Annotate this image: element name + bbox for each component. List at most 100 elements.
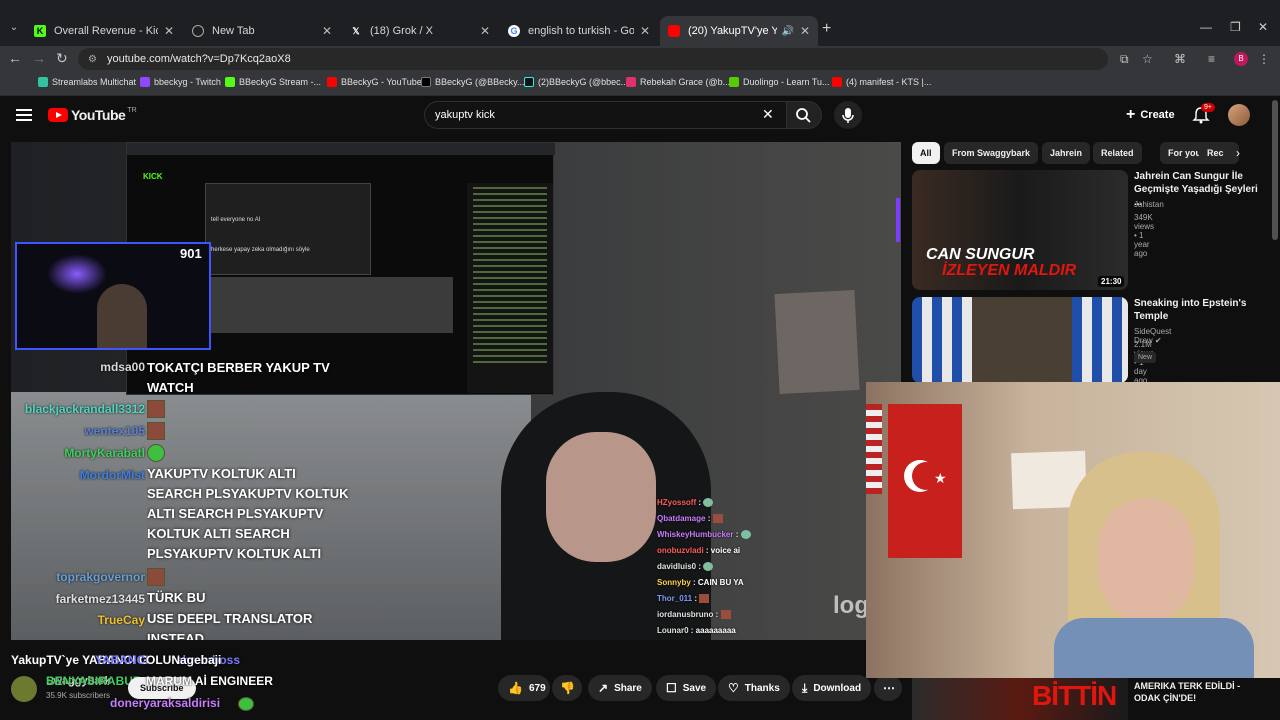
browser-menu-icon[interactable]: ⋮ bbox=[1258, 52, 1270, 66]
tab-search-chevron-icon[interactable]: ⌄ bbox=[6, 20, 22, 36]
extensions-puzzle-icon[interactable]: ⌘ bbox=[1174, 52, 1186, 66]
logo-text: YouTube bbox=[71, 107, 126, 123]
video-thumbnail[interactable] bbox=[912, 297, 1128, 383]
kick-icon bbox=[225, 77, 235, 87]
bookmark-label: (4) manifest - KTS |... bbox=[846, 77, 932, 87]
x-icon: 𝕏 bbox=[352, 26, 360, 36]
video-duration: 21:30 bbox=[1098, 276, 1125, 287]
video-player[interactable]: log KICK tell everyone no AI herkese yap… bbox=[11, 142, 901, 640]
bookmark-manifest[interactable]: (4) manifest - KTS |... bbox=[832, 77, 931, 87]
bookmark-duolingo[interactable]: Duolingo - Learn Tu... bbox=[729, 77, 830, 87]
media-controls-icon[interactable]: ≡ bbox=[1208, 52, 1215, 66]
bookmark-twitch[interactable]: bbeckyg - Twitch bbox=[140, 77, 221, 87]
video-title[interactable]: Sneaking into Epstein's Temple bbox=[1134, 297, 1258, 323]
chat-username: TrueCay bbox=[97, 613, 145, 627]
chat-row: onobuzvladi : voice ai bbox=[657, 546, 741, 555]
thanks-label: Thanks bbox=[744, 682, 780, 694]
voice-search-button[interactable] bbox=[834, 101, 862, 129]
share-arrow-icon: ↗ bbox=[598, 681, 609, 695]
video-title-overlay: YABANCI bbox=[95, 653, 149, 667]
recommended-video[interactable]: BİTTİN AMERIKA TERK EDİLDİ - ODAK ÇİN'DE… bbox=[912, 678, 1280, 720]
bookmark-instagram[interactable]: Rebekah Grace (@b... bbox=[626, 77, 730, 87]
search-button[interactable] bbox=[786, 101, 822, 129]
video-thumbnail[interactable]: BİTTİN bbox=[912, 678, 1128, 720]
bookmark-label: Duolingo - Learn Tu... bbox=[743, 77, 830, 87]
channel-name[interactable]: Jahistan bbox=[1134, 200, 1164, 209]
chat-username: davidluis0 bbox=[657, 562, 697, 571]
browser-tab-new[interactable]: New Tab ✕ bbox=[184, 16, 340, 46]
notification-count-badge: 9+ bbox=[1201, 103, 1215, 112]
webcam-person-top bbox=[1054, 618, 1254, 678]
chip-recent[interactable]: Rec bbox=[1199, 142, 1239, 164]
new-badge: New bbox=[1134, 352, 1157, 363]
globe-icon bbox=[192, 25, 204, 37]
hamburger-menu-icon[interactable] bbox=[16, 109, 32, 121]
close-window-icon[interactable]: ✕ bbox=[1258, 20, 1268, 34]
chevron-right-icon[interactable]: › bbox=[1236, 146, 1240, 160]
youtube-logo[interactable]: YouTube TR bbox=[48, 107, 137, 123]
forward-arrow-icon[interactable]: → bbox=[32, 50, 46, 66]
create-button[interactable]: + Create bbox=[1118, 103, 1183, 127]
video-thumbnail[interactable]: CAN SUNGUR İZLEYEN MALDIR 21:30 bbox=[912, 170, 1128, 290]
address-bar[interactable]: ⚙ youtube.com/watch?v=Dp7Kcq2aoX8 bbox=[78, 48, 1108, 70]
new-tab-plus-icon[interactable]: + bbox=[822, 20, 831, 38]
chip-all[interactable]: All bbox=[912, 142, 940, 164]
bookmark-tiktok[interactable]: (2)BBeckyG (@bbec... bbox=[524, 77, 628, 87]
youtube-icon bbox=[327, 77, 337, 87]
tab-close-icon[interactable]: ✕ bbox=[640, 24, 650, 38]
verified-check-icon: ✔ bbox=[1154, 336, 1162, 345]
bookmark-x[interactable]: BBeckyG (@BBecky... bbox=[421, 77, 525, 87]
dislike-button[interactable]: 👎 bbox=[552, 675, 582, 701]
channel-avatar[interactable] bbox=[11, 676, 37, 702]
install-app-icon[interactable]: ⧉ bbox=[1120, 52, 1129, 67]
browser-tab-youtube[interactable]: (20) YakupTV'ye YABANCI G... 🔊 ✕ bbox=[660, 16, 818, 46]
kick-logo: KICK bbox=[143, 172, 163, 181]
browser-tab-grok[interactable]: 𝕏 (18) Grok / X ✕ bbox=[342, 16, 498, 46]
save-button[interactable]: ☐ Save bbox=[656, 675, 717, 701]
thanks-button[interactable]: ♡ Thanks bbox=[718, 675, 790, 701]
tab-close-icon[interactable]: ✕ bbox=[800, 24, 810, 38]
back-arrow-icon[interactable]: ← bbox=[8, 50, 22, 66]
chip-related[interactable]: Related bbox=[1093, 142, 1142, 164]
video-title[interactable]: AMERIKA TERK EDİLDİ - ODAK ÇİN'DE! bbox=[1134, 680, 1264, 704]
like-button[interactable]: 👍 679 bbox=[498, 675, 550, 701]
user-avatar[interactable] bbox=[1228, 104, 1250, 126]
browser-profile-avatar[interactable]: B bbox=[1234, 52, 1248, 66]
video-frame-streamer-face bbox=[546, 432, 656, 562]
page-scrollbar[interactable] bbox=[1272, 100, 1278, 240]
clear-search-icon[interactable]: ✕ bbox=[762, 106, 774, 123]
tab-close-icon[interactable]: ✕ bbox=[322, 24, 332, 38]
youtube-play-icon bbox=[48, 108, 68, 122]
tab-title: english to turkish - Google Sea... bbox=[528, 25, 634, 37]
streamlabs-icon bbox=[38, 77, 48, 87]
more-actions-button[interactable]: ⋯ bbox=[874, 675, 902, 701]
browser-tab-kick[interactable]: K Overall Revenue - Kick Dashbo... ✕ bbox=[26, 16, 182, 46]
youtube-icon bbox=[832, 77, 842, 87]
chip-jahrein[interactable]: Jahrein bbox=[1042, 142, 1091, 164]
speaker-icon[interactable]: 🔊 bbox=[781, 26, 793, 37]
chat-username: onobuzvladi bbox=[657, 546, 704, 555]
captured-source-text: tell everyone no AI bbox=[211, 217, 261, 223]
thumbs-down-icon: 👎 bbox=[560, 681, 575, 695]
bookmark-star-icon[interactable]: ☆ bbox=[1142, 52, 1153, 66]
chip-from-swaggybark[interactable]: From Swaggybark bbox=[944, 142, 1039, 164]
search-input[interactable]: yakuptv kick bbox=[424, 101, 786, 129]
browser-toolbar: ← → ↻ ⚙ youtube.com/watch?v=Dp7Kcq2aoX8 … bbox=[0, 46, 1280, 72]
bookmark-streamlabs[interactable]: Streamlabs Multichat bbox=[38, 77, 136, 87]
download-button[interactable]: ⤓ Download bbox=[792, 675, 872, 701]
browser-tab-google[interactable]: G english to turkish - Google Sea... ✕ bbox=[500, 16, 658, 46]
thumbs-up-icon: 👍 bbox=[508, 681, 523, 695]
site-info-icon[interactable]: ⚙ bbox=[88, 54, 97, 65]
bookmark-youtube[interactable]: BBeckyG - YouTube bbox=[327, 77, 422, 87]
chat-emote-icon bbox=[740, 530, 751, 540]
chat-emote-icon bbox=[699, 594, 710, 604]
tab-close-icon[interactable]: ✕ bbox=[480, 24, 490, 38]
chat-message: aaaaaaaaa bbox=[695, 626, 736, 635]
minimize-icon[interactable]: — bbox=[1200, 20, 1212, 34]
chat-emote-icon bbox=[147, 400, 165, 418]
bookmark-kick-stream[interactable]: BBeckyG Stream -... bbox=[225, 77, 321, 87]
reload-icon[interactable]: ↻ bbox=[56, 50, 68, 67]
maximize-icon[interactable]: ❐ bbox=[1230, 20, 1241, 34]
share-button[interactable]: ↗ Share bbox=[588, 675, 652, 701]
tab-close-icon[interactable]: ✕ bbox=[164, 24, 174, 38]
